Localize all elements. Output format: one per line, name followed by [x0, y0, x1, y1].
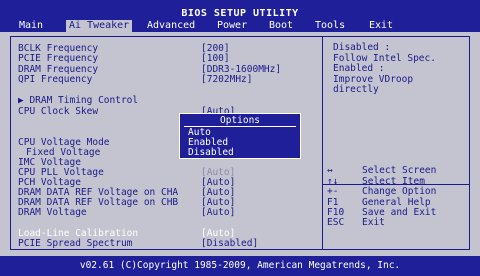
- setting-value-qpi-frequency[interactable]: [7202MHz]: [201, 74, 252, 85]
- key-esc: ESC: [327, 217, 345, 228]
- help-line: Disabled :: [333, 42, 391, 53]
- submenu-dram-timing-control[interactable]: ▶ DRAM Timing Control: [18, 95, 138, 106]
- setting-value-pcie-frequency[interactable]: [100]: [201, 53, 230, 64]
- tab-advanced[interactable]: Advanced: [144, 20, 198, 32]
- setting-value-dram-voltage[interactable]: [Auto]: [201, 207, 235, 218]
- setting-label-pcie-frequency[interactable]: PCIE Frequency: [18, 53, 98, 64]
- help-line: Enabled :: [333, 63, 385, 74]
- footer-bar: v02.61 (C)Copyright 1985-2009, American …: [0, 256, 480, 276]
- options-popup-title: Options: [219, 115, 261, 126]
- tab-boot[interactable]: Boot: [266, 20, 296, 32]
- tab-main[interactable]: Main: [16, 20, 46, 32]
- tab-power[interactable]: Power: [214, 20, 250, 32]
- bios-screen: BIOS SETUP UTILITY Main Ai Tweaker Advan…: [0, 0, 480, 276]
- help-line: directly: [333, 84, 379, 95]
- setting-label-pcie-spread-spectrum[interactable]: PCIE Spread Spectrum: [18, 238, 132, 249]
- setting-label-dram-voltage[interactable]: DRAM Voltage: [18, 207, 87, 218]
- utility-title: BIOS SETUP UTILITY: [181, 8, 299, 19]
- tab-exit[interactable]: Exit: [366, 20, 396, 32]
- option-disabled[interactable]: Disabled: [188, 147, 234, 158]
- key-select-screen-icon: ↔: [327, 165, 333, 176]
- key-change-option: +-: [327, 186, 339, 197]
- tab-ai-tweaker[interactable]: Ai Tweaker: [66, 20, 133, 32]
- tab-tools[interactable]: Tools: [312, 20, 348, 32]
- setting-label-cpu-clock-skew[interactable]: CPU Clock Skew: [18, 106, 98, 117]
- key-desc: Select Screen: [362, 165, 437, 176]
- key-desc: Exit: [362, 217, 385, 228]
- options-popup: Options Auto Enabled Disabled: [179, 113, 301, 159]
- key-desc: Change Option: [362, 186, 437, 197]
- copyright-text: v02.61 (C)Copyright 1985-2009, American …: [79, 260, 401, 271]
- header-bar: BIOS SETUP UTILITY Main Ai Tweaker Advan…: [0, 0, 480, 32]
- setting-value-pcie-spread-spectrum[interactable]: [Disabled]: [201, 238, 258, 249]
- setting-label-qpi-frequency[interactable]: QPI Frequency: [18, 74, 92, 85]
